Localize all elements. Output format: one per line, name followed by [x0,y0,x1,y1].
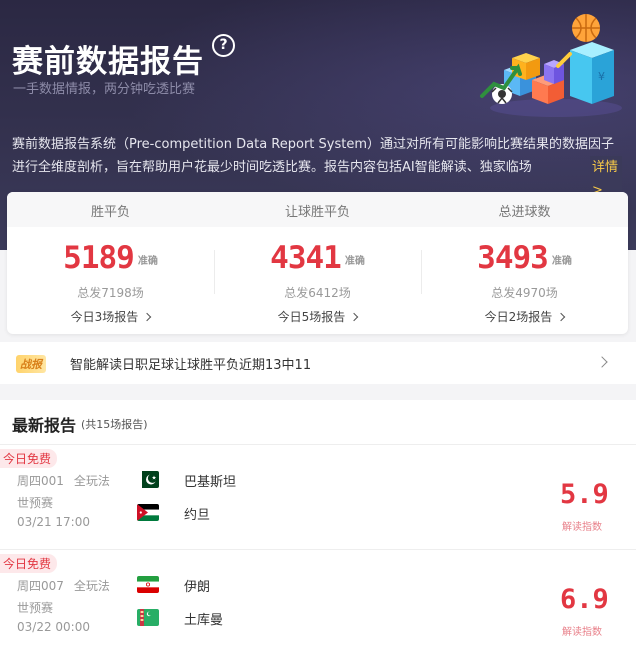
data-report-illustration-icon: ¥ [480,14,622,117]
today-reports-link[interactable]: 今日5场报告 [214,308,421,325]
accurate-count: 4341 [270,240,342,276]
svg-text:¥: ¥ [598,70,605,83]
accurate-label: 准确 [137,256,158,267]
home-team-name: 伊朗 [184,580,211,595]
chevron-right-icon [350,312,359,322]
away-team-name: 约旦 [184,508,211,523]
today-reports-link[interactable]: 今日3场报告 [7,308,214,325]
report-description: 赛前数据报告系统（Pre-competition Data Report Sys… [12,133,622,202]
stats-title: 总进球数 [498,205,551,220]
match-code: 周四007 [17,579,64,593]
report-count: (共15场报告) [81,418,148,431]
chevron-right-icon [596,356,608,368]
play-type: 全玩法 [73,579,110,593]
match-code: 周四001 [17,474,64,488]
match-time: 03/21 17:00 [17,515,90,529]
section-title: 最新报告 [12,416,77,435]
stats-column-win-draw-lose[interactable]: 胜平负 5189 准确 总发7198场 今日3场报告 [7,192,214,334]
accuracy-stats-card: 胜平负 5189 准确 总发7198场 今日3场报告 让球胜平负 4341 准确 总… [7,192,628,334]
interpretation-index-value: 5.9 [560,479,609,510]
help-icon[interactable]: ? [212,34,235,57]
accurate-count: 3493 [477,240,549,276]
match-time: 03/22 00:00 [17,620,90,634]
play-type: 全玩法 [73,474,110,488]
league-name: 世预赛 [17,496,54,510]
chevron-right-icon [557,312,566,322]
total-count: 总发7198场 [77,286,144,300]
interpretation-index-label: 解读指数 [562,627,602,638]
battle-report-badge: 战报 [16,355,46,373]
total-count: 总发4970场 [491,286,558,300]
today-reports-link[interactable]: 今日2场报告 [421,308,628,325]
home-team-name: 巴基斯坦 [184,475,237,490]
accurate-count: 5189 [63,240,135,276]
news-text: 智能解读日职足球让球胜平负近期13中11 [70,358,312,373]
page-subtitle: 一手数据情报，两分钟吃透比赛 [13,82,196,97]
accurate-label: 准确 [551,256,572,267]
pakistan-flag-icon [137,471,159,488]
stats-column-total-goals[interactable]: 总进球数 3493 准确 总发4970场 今日2场报告 [421,192,628,334]
league-name: 世预赛 [17,601,54,615]
turkmenistan-flag-icon [137,609,159,626]
free-today-badge: 今日免费 [0,449,58,468]
iran-flag-icon [137,576,159,593]
away-team-name: 土库曼 [184,613,224,628]
total-count: 总发6412场 [284,286,351,300]
page-title: 赛前数据报告 [12,44,204,80]
stats-title: 胜平负 [90,205,130,220]
jordan-flag-icon [137,504,159,521]
match-card[interactable]: 今日免费 周四007 全玩法 世预赛 03/22 00:00 伊朗 土库曼 6.… [0,554,636,651]
interpretation-index-value: 6.9 [560,584,609,615]
accurate-label: 准确 [344,256,365,267]
news-banner[interactable]: 战报 智能解读日职足球让球胜平负近期13中11 [0,342,636,384]
chevron-right-icon [143,312,152,322]
stats-column-handicap[interactable]: 让球胜平负 4341 准确 总发6412场 今日5场报告 [214,192,421,334]
free-today-badge: 今日免费 [0,554,58,573]
interpretation-index-label: 解读指数 [562,522,602,533]
stats-title: 让球胜平负 [284,205,350,220]
latest-reports-section: 最新报告 (共15场报告) 今日免费 周四001 全玩法 世预赛 03/21 17… [0,400,636,651]
match-card[interactable]: 今日免费 周四001 全玩法 世预赛 03/21 17:00 巴基斯坦 约旦 5… [0,449,636,549]
